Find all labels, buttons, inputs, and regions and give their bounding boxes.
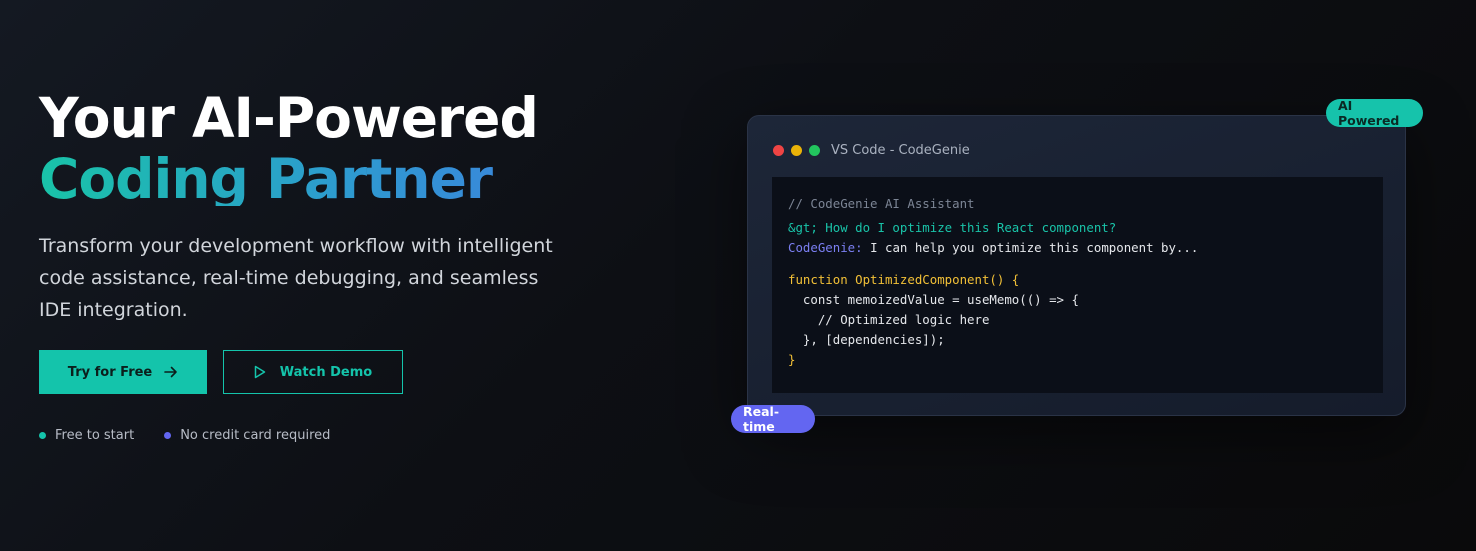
cta-row: Try for Free Watch Demo <box>39 350 403 394</box>
agent-reply-text: I can help you optimize this component b… <box>862 240 1199 255</box>
code-user-prompt: &gt; How do I optimize this React compon… <box>788 220 1117 235</box>
hero-headline: Your AI-Powered Coding Partner <box>39 86 599 207</box>
code-agent-reply: CodeGenie: I can help you optimize this … <box>788 238 1367 258</box>
close-dot-icon <box>773 145 784 156</box>
headline-line-1: Your AI-Powered <box>39 86 539 150</box>
arrow-right-icon <box>164 366 178 378</box>
maximize-dot-icon <box>809 145 820 156</box>
agent-name: CodeGenie: <box>788 240 863 255</box>
try-for-free-label: Try for Free <box>67 364 153 380</box>
perk-dot-icon <box>164 432 172 439</box>
code-line-close: } <box>788 352 796 367</box>
perk-no-credit-card: No credit card required <box>164 428 330 443</box>
real-time-badge: Real-time <box>731 404 815 434</box>
window-title: VS Code - CodeGenie <box>831 143 970 158</box>
hero-section: Your AI-Powered Coding Partner Transform… <box>39 88 599 326</box>
minimize-dot-icon <box>791 145 802 156</box>
code-comment: // CodeGenie AI Assistant <box>788 196 975 211</box>
window-titlebar: VS Code - CodeGenie <box>773 143 970 158</box>
headline-line-2: Coding Partner <box>39 149 599 206</box>
try-for-free-button[interactable]: Try for Free <box>39 350 207 394</box>
code-line-memo: const memoizedValue = useMemo(() => { <box>788 292 1079 307</box>
watch-demo-button[interactable]: Watch Demo <box>223 350 403 394</box>
ide-preview-window: VS Code - CodeGenie // CodeGenie AI Assi… <box>747 115 1406 416</box>
perk-label: No credit card required <box>180 428 331 443</box>
watch-demo-label: Watch Demo <box>279 364 373 380</box>
hero-subtitle: Transform your development workflow with… <box>39 235 553 321</box>
code-line-deps: }, [dependencies]); <box>788 332 945 347</box>
perks-list: Free to start No credit card required <box>39 428 330 443</box>
code-panel: // CodeGenie AI Assistant &gt; How do I … <box>772 177 1383 393</box>
play-icon <box>254 365 266 379</box>
ai-powered-badge: AI Powered <box>1326 98 1423 128</box>
code-line-inner-comment: // Optimized logic here <box>788 312 990 327</box>
code-line-function: function OptimizedComponent() { <box>788 272 1020 287</box>
perk-label: Free to start <box>55 428 135 443</box>
perk-free-to-start: Free to start <box>39 428 134 443</box>
perk-dot-icon <box>39 432 46 439</box>
